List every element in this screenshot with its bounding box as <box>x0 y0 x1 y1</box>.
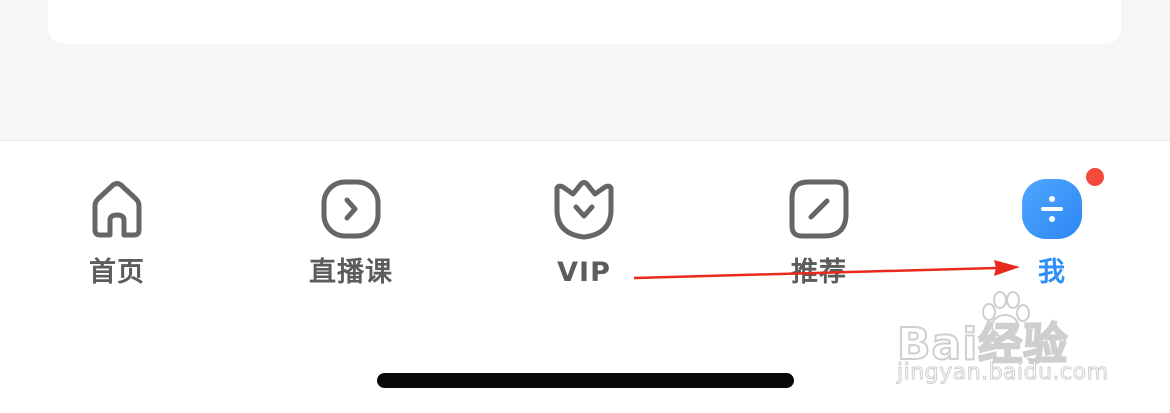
vip-crown-icon <box>551 176 617 242</box>
tab-live-class[interactable]: 直播课 <box>271 176 431 296</box>
live-class-icon <box>318 176 384 242</box>
tab-vip[interactable]: VIP <box>504 176 664 296</box>
tab-profile[interactable]: 我 <box>972 176 1132 296</box>
tab-vip-label: VIP <box>557 257 611 288</box>
recommend-icon <box>786 176 852 242</box>
home-indicator <box>377 373 794 388</box>
tab-recommend-label: 推荐 <box>791 257 847 288</box>
tab-home[interactable]: 首页 <box>37 176 197 296</box>
content-card <box>48 0 1121 44</box>
tab-live-class-label: 直播课 <box>309 257 393 288</box>
tab-home-label: 首页 <box>89 257 145 288</box>
tab-recommend[interactable]: 推荐 <box>739 176 899 296</box>
notification-badge <box>1086 168 1104 186</box>
profile-icon <box>1019 176 1085 242</box>
tab-profile-label: 我 <box>1038 257 1066 288</box>
home-icon <box>84 176 150 242</box>
